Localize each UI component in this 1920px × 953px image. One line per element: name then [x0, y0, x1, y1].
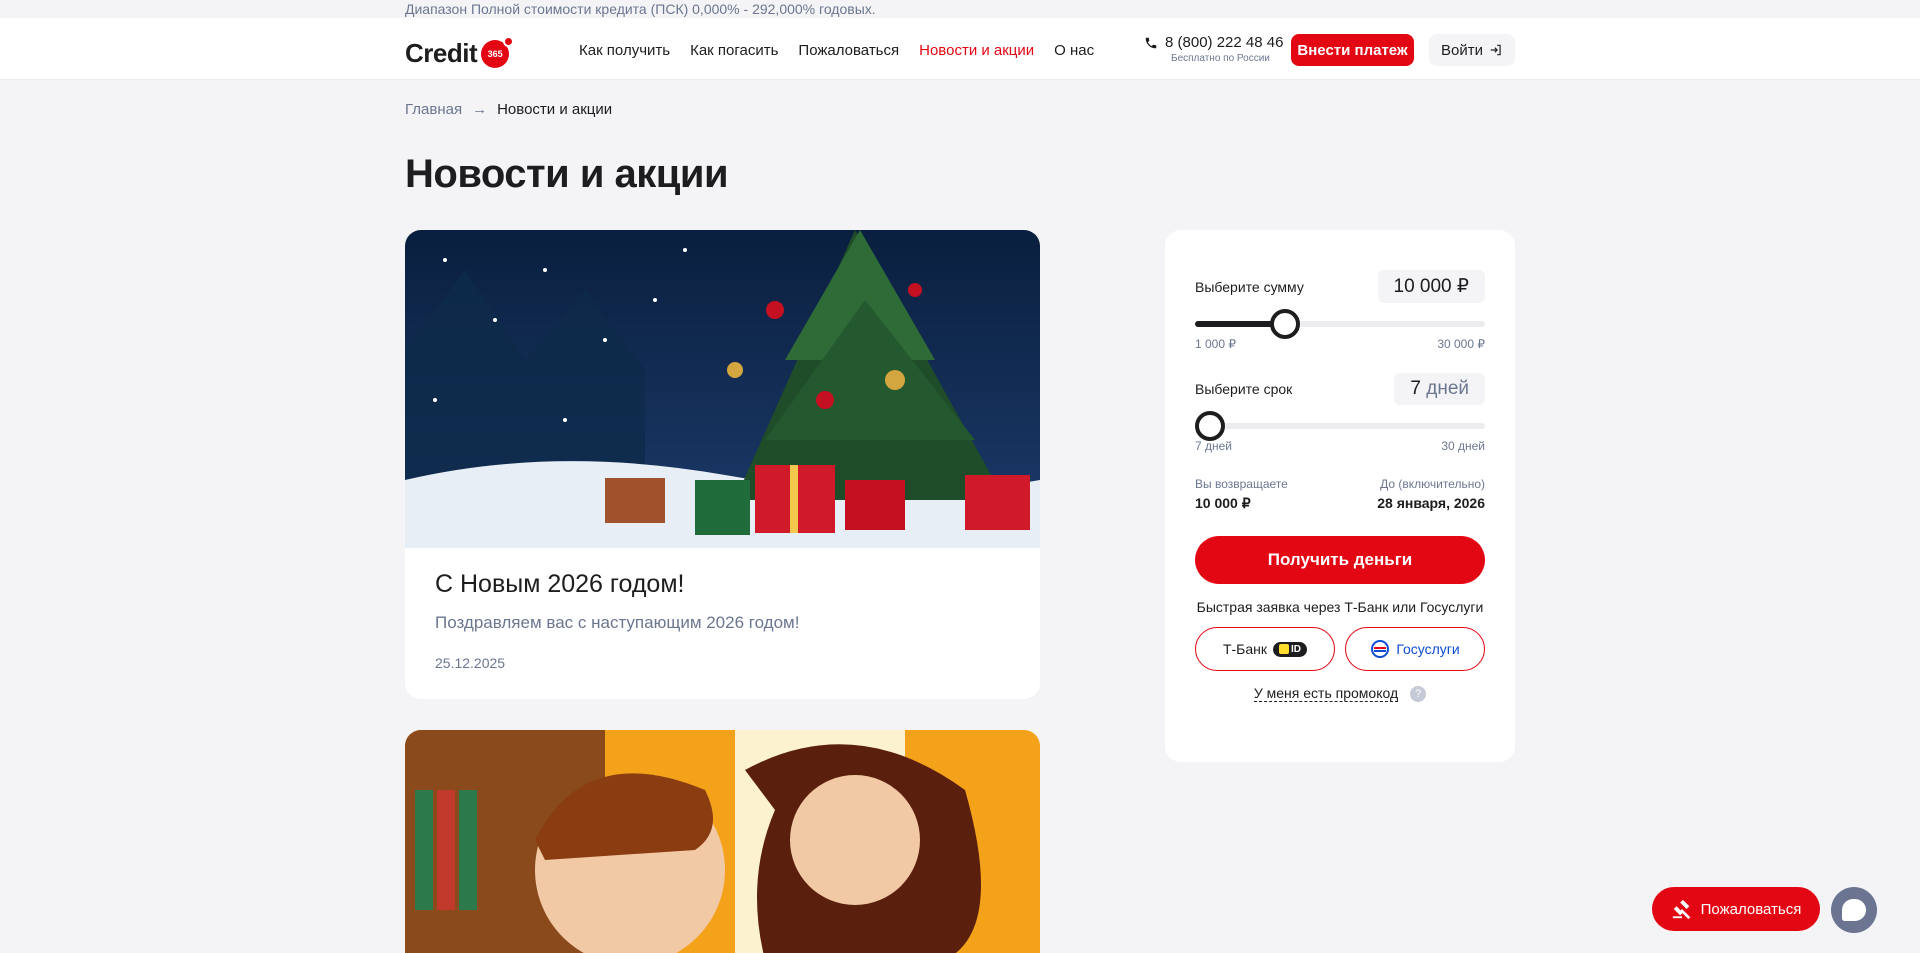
phone-block[interactable]: 8 (800) 222 48 46 Бесплатно по России — [1144, 34, 1283, 64]
gavel-icon — [1672, 899, 1690, 920]
until-label: До (включительно) — [1380, 477, 1485, 491]
news-title: С Новым 2026 годом! — [435, 570, 685, 598]
term-input[interactable]: 7 дней — [1394, 373, 1485, 405]
amount-label: Выберите сумму — [1195, 278, 1304, 295]
news-date: 25.12.2025 — [435, 655, 506, 671]
news-image-christmas-tree — [405, 230, 1040, 548]
gosuslugi-label: Госуслуги — [1396, 641, 1460, 657]
promo-link[interactable]: У меня есть промокод — [1253, 685, 1399, 702]
make-payment-button[interactable]: Внести платеж — [1291, 34, 1414, 66]
amount-slider[interactable] — [1195, 309, 1485, 339]
tbank-button[interactable]: Т-Банк ID — [1195, 627, 1335, 671]
get-money-button[interactable]: Получить деньги — [1195, 536, 1485, 584]
breadcrumb: Главная → Новости и акции — [405, 101, 612, 118]
psk-notice: Диапазон Полной стоимости кредита (ПСК) … — [405, 1, 876, 17]
complain-label: Пожаловаться — [1700, 900, 1802, 918]
breadcrumb-arrow-icon: → — [472, 101, 488, 118]
tbank-label: Т-Банк — [1222, 641, 1268, 657]
nav-how-to-get[interactable]: Как получить — [579, 42, 670, 59]
gosuslugi-icon — [1371, 640, 1390, 658]
news-image-mother-child — [405, 730, 1040, 953]
logo-text: Credit — [405, 38, 478, 68]
tbank-shield-icon — [1279, 644, 1290, 654]
page-title: Новости и акции — [405, 152, 729, 196]
term-min: 7 дней — [1195, 439, 1233, 453]
phone-subtext: Бесплатно по России — [1171, 53, 1270, 64]
top-notice-bar: Диапазон Полной стоимости кредита (ПСК) … — [0, 0, 1920, 18]
term-slider-handle[interactable] — [1195, 411, 1225, 441]
term-slider[interactable] — [1195, 411, 1485, 441]
nav-complain[interactable]: Пожаловаться — [798, 42, 899, 59]
main-nav: Как получить Как погасить Пожаловаться Н… — [579, 42, 1094, 59]
nav-how-to-repay[interactable]: Как погасить — [690, 42, 778, 59]
amount-slider-handle[interactable] — [1269, 309, 1300, 339]
help-icon[interactable]: ? — [1410, 686, 1427, 703]
until-value: 28 января, 2026 — [1377, 495, 1485, 511]
term-number: 7 — [1410, 378, 1421, 399]
gosuslugi-button[interactable]: Госуслуги — [1345, 627, 1485, 671]
return-label: Вы возвращаете — [1195, 477, 1288, 491]
news-card[interactable]: С Новым 2026 годом! Поздравляем вас с на… — [405, 230, 1040, 699]
return-value: 10 000 ₽ — [1195, 495, 1251, 511]
phone-number: 8 (800) 222 48 46 — [1165, 34, 1284, 51]
amount-max: 30 000 ₽ — [1437, 337, 1485, 351]
breadcrumb-current: Новости и акции — [497, 101, 613, 118]
loan-calculator: Выберите сумму 10 000 ₽ 1 000 ₽ 30 000 ₽… — [1165, 230, 1515, 762]
term-label: Выберите срок — [1195, 381, 1293, 397]
breadcrumb-home[interactable]: Главная — [405, 101, 462, 118]
term-unit: дней — [1426, 378, 1469, 399]
amount-input[interactable]: 10 000 ₽ — [1377, 270, 1485, 303]
promo-code[interactable]: У меня есть промокод? — [1195, 685, 1485, 703]
amount-min: 1 000 ₽ — [1195, 337, 1236, 351]
floating-complain-button[interactable]: Пожаловаться — [1652, 887, 1820, 931]
logo-badge: 365 — [481, 35, 515, 68]
login-label: Войти — [1441, 41, 1483, 59]
nav-news[interactable]: Новости и акции — [919, 42, 1034, 59]
login-icon — [1490, 44, 1501, 56]
chat-icon — [1842, 899, 1866, 921]
repayment-summary: Вы возвращаете 10 000 ₽ До (включительно… — [1195, 477, 1485, 512]
chat-button[interactable] — [1831, 887, 1877, 933]
nav-about[interactable]: О нас — [1054, 42, 1094, 59]
news-card[interactable] — [405, 730, 1040, 953]
phone-icon — [1145, 37, 1157, 48]
term-max: 30 дней — [1441, 439, 1485, 453]
fast-apply-text: Быстрая заявка через Т-Банк или Госуслуг… — [1196, 599, 1484, 615]
logo[interactable]: Credit 365 — [405, 35, 515, 69]
tbank-id-badge: ID — [1273, 641, 1308, 657]
site-header: Credit 365 Как получить Как погасить Пож… — [0, 18, 1920, 80]
login-button[interactable]: Войти — [1429, 34, 1515, 66]
news-description: Поздравляем вас с наступающим 2026 годом… — [435, 613, 800, 632]
